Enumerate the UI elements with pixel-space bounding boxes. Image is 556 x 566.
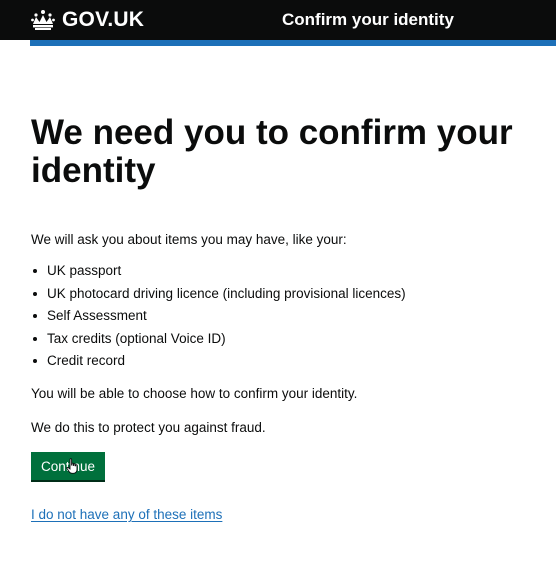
list-item: Tax credits (optional Voice ID): [31, 330, 406, 353]
site-header: GOV.UK Confirm your identity: [0, 0, 556, 40]
page-title: We need you to confirm your identity: [31, 113, 513, 190]
no-items-link[interactable]: I do not have any of these items: [31, 506, 222, 524]
fraud-protection-text: We do this to protect you against fraud.: [31, 420, 266, 435]
list-item: UK photocard driving licence (including …: [31, 285, 406, 308]
header-accent-bar: [30, 40, 556, 46]
govuk-logo-link[interactable]: GOV.UK: [30, 8, 144, 32]
govuk-logo-text: GOV.UK: [62, 8, 145, 31]
list-item: Self Assessment: [31, 307, 406, 330]
choose-text: You will be able to choose how to confir…: [31, 386, 358, 401]
continue-button[interactable]: Continue: [31, 452, 105, 480]
page: GOV.UK Confirm your identity We need you…: [0, 0, 556, 566]
list-item: Credit record: [31, 352, 406, 375]
crown-icon: [31, 10, 55, 30]
items-list: UK passport UK photocard driving licence…: [31, 262, 406, 375]
list-item: UK passport: [31, 262, 406, 285]
service-name[interactable]: Confirm your identity: [282, 10, 454, 30]
intro-text: We will ask you about items you may have…: [31, 232, 347, 247]
